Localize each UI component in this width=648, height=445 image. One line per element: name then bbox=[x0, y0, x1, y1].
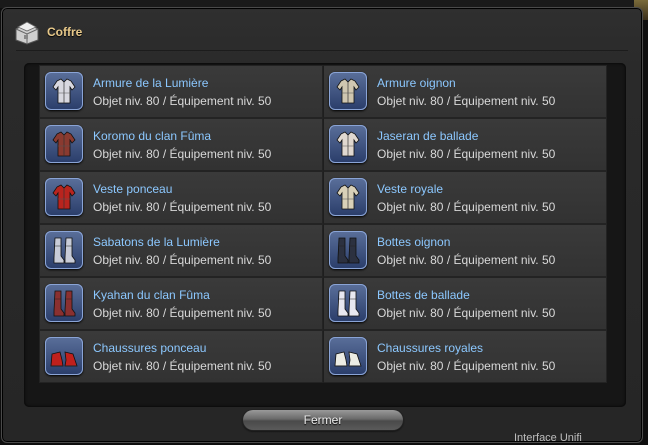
body-armor-icon bbox=[336, 78, 360, 104]
background-window-title: Interface Unifi bbox=[514, 432, 582, 444]
title-divider bbox=[16, 50, 628, 51]
item-row[interactable]: Kyahan du clan Fûma Objet niv. 80 / Équip… bbox=[39, 277, 323, 330]
item-icon-slot[interactable] bbox=[329, 284, 367, 322]
item-row[interactable]: Sabatons de la Lumière Objet niv. 80 / Éq… bbox=[39, 224, 323, 277]
item-icon-slot[interactable] bbox=[45, 284, 83, 322]
item-icon-slot[interactable] bbox=[329, 125, 367, 163]
item-icon-slot[interactable] bbox=[329, 178, 367, 216]
boots-icon bbox=[337, 237, 360, 264]
item-name[interactable]: Bottes de ballade bbox=[377, 288, 470, 302]
item-row[interactable]: Koromo du clan Fûma Objet niv. 80 / Équip… bbox=[39, 118, 323, 171]
item-level: Objet niv. 80 / Équipement niv. 50 bbox=[377, 253, 556, 267]
shoes-icon bbox=[50, 351, 78, 367]
item-level: Objet niv. 80 / Équipement niv. 50 bbox=[93, 306, 272, 320]
item-name[interactable]: Chaussures royales bbox=[377, 341, 483, 355]
item-level: Objet niv. 80 / Équipement niv. 50 bbox=[93, 200, 272, 214]
shoes-icon bbox=[334, 351, 362, 367]
item-icon-slot[interactable] bbox=[45, 337, 83, 375]
item-name[interactable]: Armure oignon bbox=[377, 76, 456, 90]
item-row[interactable]: Armure oignon Objet niv. 80 / Équipement … bbox=[323, 65, 607, 118]
item-icon-slot[interactable] bbox=[329, 231, 367, 269]
item-level: Objet niv. 80 / Équipement niv. 50 bbox=[377, 94, 556, 108]
boots-icon bbox=[53, 290, 76, 317]
item-row[interactable]: Veste ponceau Objet niv. 80 / Équipement … bbox=[39, 171, 323, 224]
item-name[interactable]: Veste ponceau bbox=[93, 182, 172, 196]
item-level: Objet niv. 80 / Équipement niv. 50 bbox=[93, 147, 272, 161]
item-icon-slot[interactable] bbox=[45, 231, 83, 269]
body-armor-icon bbox=[52, 131, 76, 157]
item-name[interactable]: Armure de la Lumière bbox=[93, 76, 208, 90]
item-name[interactable]: Kyahan du clan Fûma bbox=[93, 288, 210, 302]
item-name[interactable]: Koromo du clan Fûma bbox=[93, 129, 211, 143]
body-armor-icon bbox=[52, 184, 76, 210]
item-level: Objet niv. 80 / Équipement niv. 50 bbox=[377, 147, 556, 161]
item-row[interactable]: Armure de la Lumière Objet niv. 80 / Équi… bbox=[39, 65, 323, 118]
item-grid: Armure de la Lumière Objet niv. 80 / Équi… bbox=[39, 65, 607, 389]
body-armor-icon bbox=[336, 184, 360, 210]
window-title: Coffre bbox=[47, 25, 83, 39]
chest-icon bbox=[15, 21, 39, 45]
item-icon-slot[interactable] bbox=[329, 337, 367, 375]
title-bar[interactable]: Coffre bbox=[2, 8, 642, 52]
item-name[interactable]: Bottes oignon bbox=[377, 235, 450, 249]
item-row[interactable]: Jaseran de ballade Objet niv. 80 / Équipe… bbox=[323, 118, 607, 171]
body-armor-icon bbox=[52, 78, 76, 104]
item-icon-slot[interactable] bbox=[45, 125, 83, 163]
item-level: Objet niv. 80 / Équipement niv. 50 bbox=[377, 359, 556, 373]
item-name[interactable]: Veste royale bbox=[377, 182, 443, 196]
item-row[interactable]: Chaussures ponceau Objet niv. 80 / Équipe… bbox=[39, 330, 323, 383]
item-row[interactable]: Bottes de ballade Objet niv. 80 / Équipem… bbox=[323, 277, 607, 330]
item-row[interactable]: Chaussures royales Objet niv. 80 / Équipe… bbox=[323, 330, 607, 383]
item-name[interactable]: Chaussures ponceau bbox=[93, 341, 206, 355]
item-icon-slot[interactable] bbox=[45, 72, 83, 110]
item-row[interactable]: Bottes oignon Objet niv. 80 / Équipement … bbox=[323, 224, 607, 277]
boots-icon bbox=[337, 290, 360, 317]
item-level: Objet niv. 80 / Équipement niv. 50 bbox=[377, 306, 556, 320]
item-level: Objet niv. 80 / Équipement niv. 50 bbox=[93, 359, 272, 373]
item-name[interactable]: Sabatons de la Lumière bbox=[93, 235, 220, 249]
item-row[interactable]: Veste royale Objet niv. 80 / Équipement n… bbox=[323, 171, 607, 224]
item-level: Objet niv. 80 / Équipement niv. 50 bbox=[93, 94, 272, 108]
item-level: Objet niv. 80 / Équipement niv. 50 bbox=[377, 200, 556, 214]
item-level: Objet niv. 80 / Équipement niv. 50 bbox=[93, 253, 272, 267]
body-armor-icon bbox=[336, 131, 360, 157]
item-icon-slot[interactable] bbox=[45, 178, 83, 216]
boots-icon bbox=[53, 237, 76, 264]
close-button[interactable]: Fermer bbox=[243, 410, 403, 430]
item-name[interactable]: Jaseran de ballade bbox=[377, 129, 478, 143]
item-icon-slot[interactable] bbox=[329, 72, 367, 110]
